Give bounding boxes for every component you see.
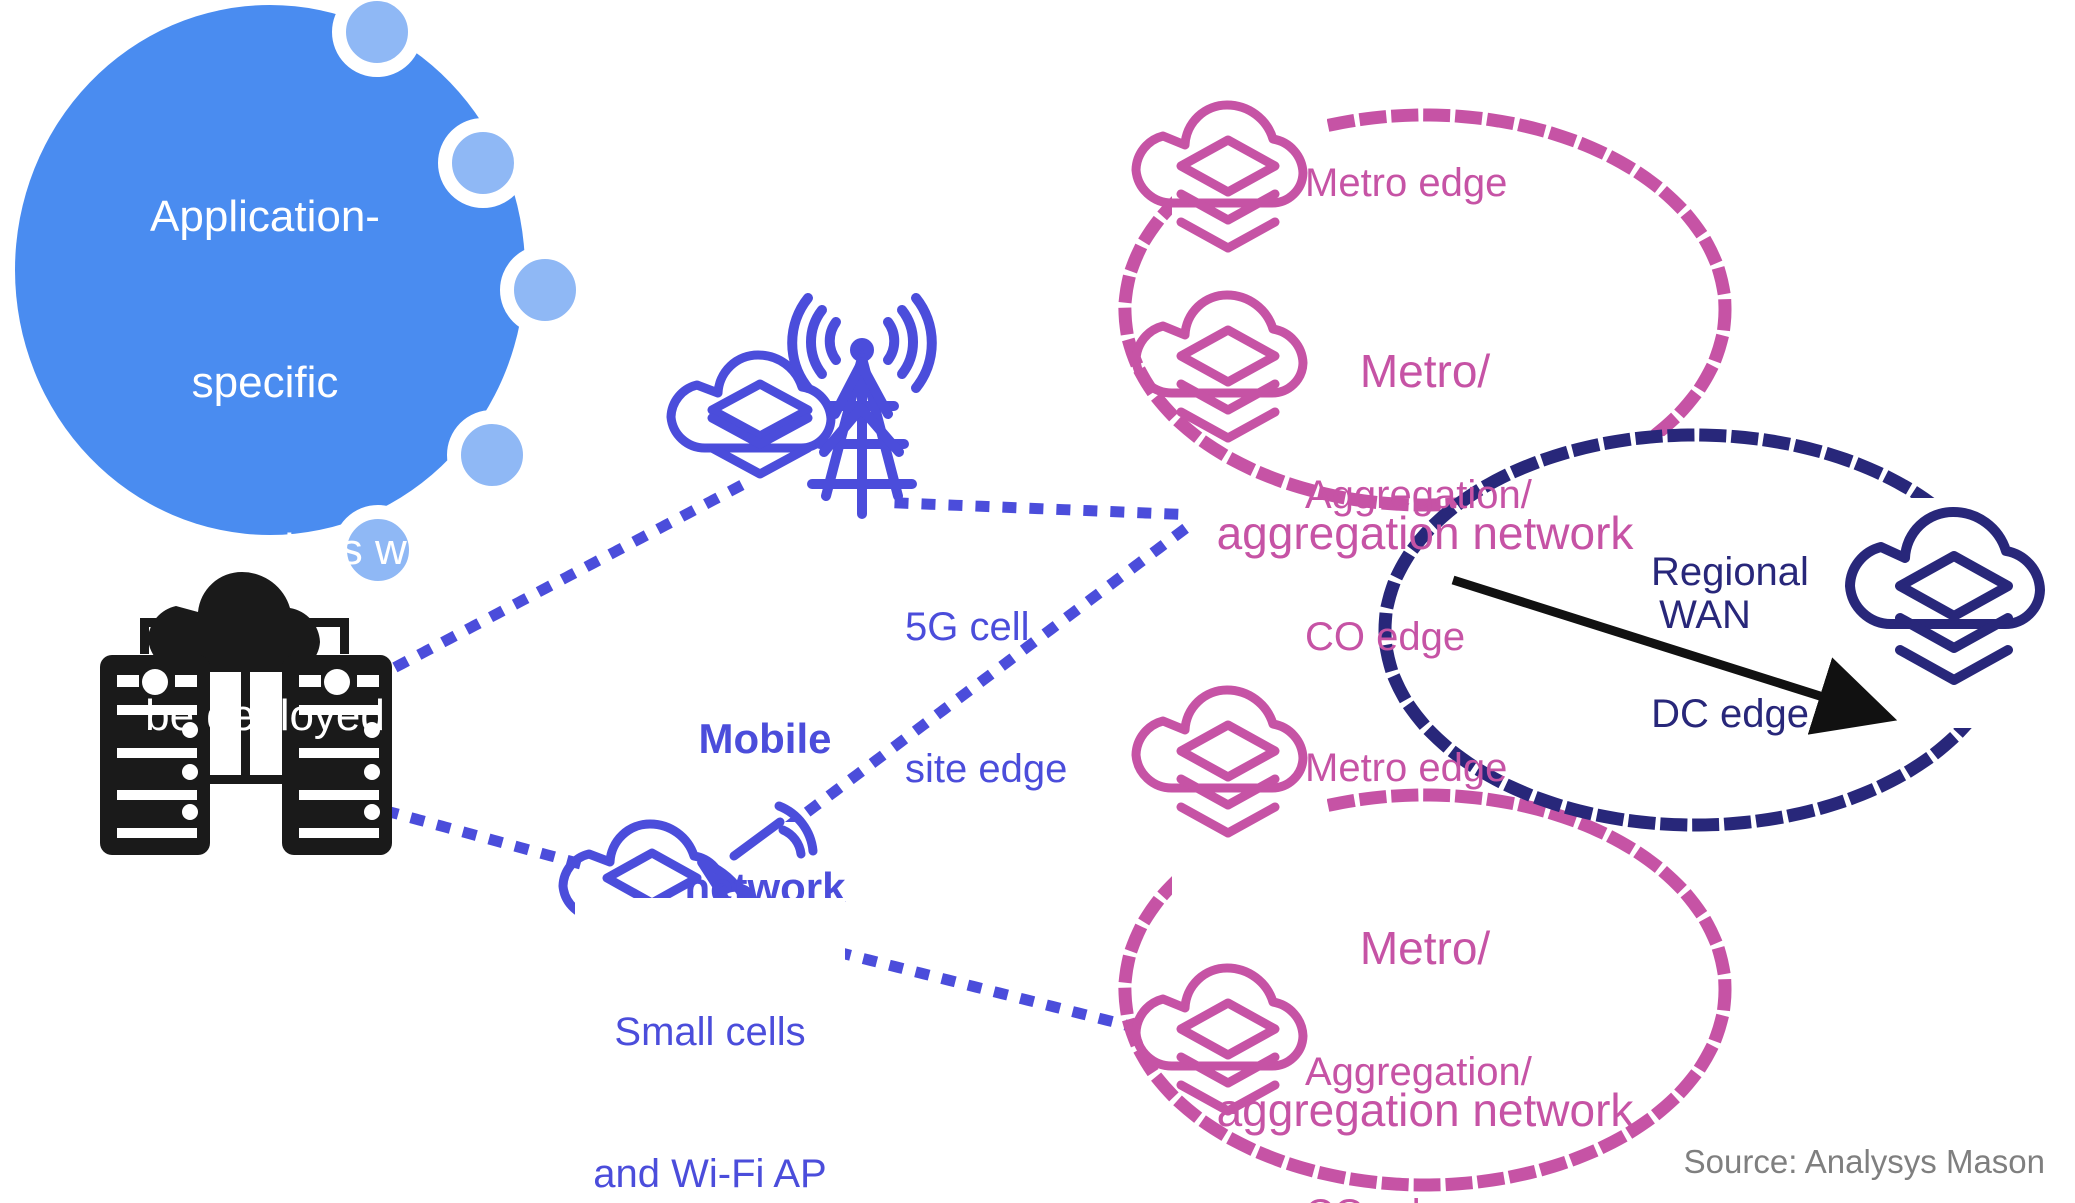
aggregation-co-edge-label-bottom: Aggregation/ CO edge <box>1305 955 1605 1203</box>
callout-text: Application- specific microservices will… <box>55 78 475 1187</box>
agg-co-bottom-line-2: CO edge <box>1305 1191 1605 1203</box>
mobile-network-label-line-1: Mobile <box>698 715 832 763</box>
regional-dc-line-1: Regional <box>1651 550 1809 595</box>
callout-line-4: be deployed <box>145 690 385 740</box>
small-cells-label-line-2: and Wi-Fi AP <box>593 1151 827 1196</box>
decor-bubble-1 <box>332 0 422 77</box>
callout-line-6: edge locations <box>123 1023 407 1073</box>
metro-edge-label-bottom: Metro edge <box>1305 746 1508 790</box>
aggregation-co-edge-label-top: Aggregation/ CO edge <box>1305 378 1605 756</box>
small-cells-label-line-1: Small cells <box>614 1010 806 1055</box>
regional-dc-edge-label: Regional DC edge <box>1590 455 1870 833</box>
cell-site-edge-label: 5G cell site edge <box>905 510 1125 888</box>
callout-line-3: microservices will <box>93 524 437 574</box>
regional-dc-line-2: DC edge <box>1651 691 1809 736</box>
source-attribution: Source: Analysys Mason <box>1683 1143 2045 1180</box>
wan-label: WAN <box>1659 593 1751 637</box>
callout-line-1: Application- <box>150 191 380 241</box>
decor-bubble-3 <box>500 245 590 335</box>
callout-line-5: across a range of <box>95 857 435 907</box>
cell-site-edge-label-line-1: 5G cell <box>905 605 1030 650</box>
agg-co-bottom-line-1: Aggregation/ <box>1305 1050 1532 1095</box>
cell-site-edge-label-line-2: site edge <box>905 746 1068 791</box>
agg-co-top-line-2: CO edge <box>1305 614 1466 659</box>
small-cells-label: Small cells and Wi-Fi AP <box>570 915 850 1203</box>
callout-line-2: specific <box>191 358 339 408</box>
diagram-canvas: Application- specific microservices will… <box>0 0 2075 1203</box>
agg-co-top-line-1: Aggregation/ <box>1305 473 1532 518</box>
cell-site-edge-icon <box>666 293 937 519</box>
metro-edge-label-top: Metro edge <box>1305 161 1508 205</box>
